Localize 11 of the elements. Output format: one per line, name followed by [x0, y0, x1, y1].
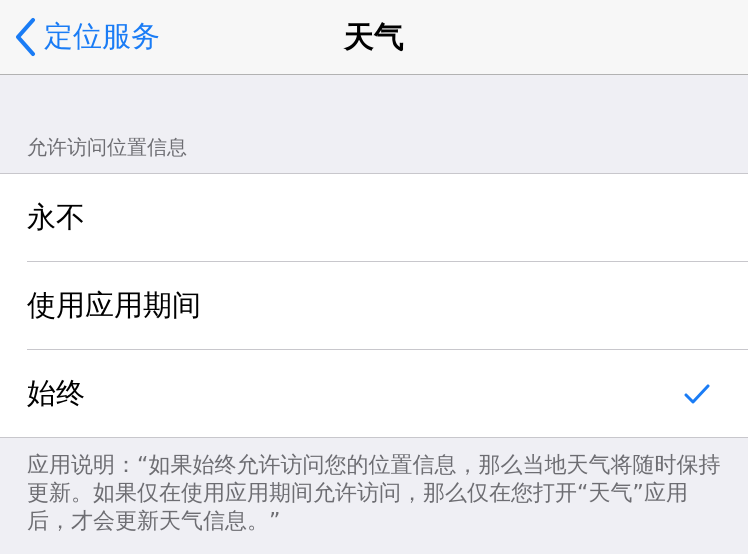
- option-label: 永不: [27, 198, 85, 236]
- chevron-left-icon: [14, 17, 36, 57]
- back-button[interactable]: 定位服务: [0, 7, 160, 67]
- option-row[interactable]: 使用应用期间: [27, 262, 748, 350]
- option-label: 使用应用期间: [27, 286, 201, 324]
- nav-title: 天气: [344, 18, 404, 56]
- option-row[interactable]: 始终: [27, 350, 748, 437]
- section-header: 允许访问位置信息: [26, 134, 188, 161]
- option-row[interactable]: 永不: [27, 174, 748, 262]
- footer-note: 应用说明：“如果始终允许访问您的位置信息，那么当地天气将随时保持更新。如果仅在使用应用期间允许访问，那么仅在您打开“天气”应用后，才会更新天气信息。”: [26, 452, 722, 536]
- option-label: 始终: [27, 374, 85, 412]
